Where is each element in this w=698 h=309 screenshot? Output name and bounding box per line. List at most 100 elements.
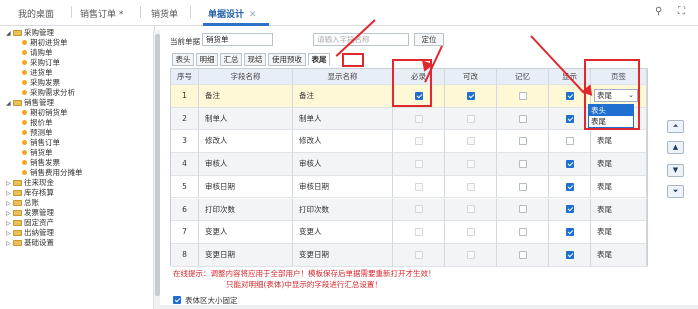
sidebar-scrollbar[interactable] (153, 30, 160, 309)
memory-checkbox[interactable] (518, 205, 527, 214)
fix-size-checkbox[interactable] (173, 296, 181, 304)
tree-item[interactable]: 期初进货单 (22, 38, 68, 48)
tree-item[interactable]: 采购订单 (22, 58, 60, 68)
required-checkbox[interactable] (414, 159, 423, 168)
table-row[interactable]: 8 变更日期 变更日期 表尾 (171, 243, 647, 267)
field-search-input[interactable]: 请输入字段名称 (313, 33, 409, 46)
table-row[interactable]: 5 审核日期 审核日期 表尾 (171, 175, 647, 199)
show-checkbox[interactable] (565, 205, 574, 214)
required-checkbox[interactable] (414, 250, 423, 259)
tab-bill-design[interactable]: 单据设计 ✕ (208, 7, 257, 20)
table-row[interactable]: 2制单人制单人表尾 (171, 107, 647, 131)
tree-item[interactable]: 销售费用分摊单 (22, 168, 83, 178)
show-checkbox[interactable] (565, 182, 574, 191)
table-row[interactable]: 4 审核人 审核人 表尾 (171, 153, 647, 176)
tab-prepaid[interactable]: 使用预收 (268, 53, 306, 66)
show-checkbox[interactable] (565, 91, 574, 100)
table-row[interactable]: 7 变更人 变更人 表尾 (171, 221, 647, 244)
leaf-icon (22, 80, 27, 85)
memory-checkbox[interactable] (518, 91, 527, 100)
required-checkbox[interactable] (414, 114, 423, 123)
search-icon[interactable]: ⚲ (655, 6, 662, 17)
required-checkbox[interactable] (414, 137, 423, 146)
tree-group[interactable]: ▷ 往来现金 (6, 178, 54, 188)
editable-checkbox[interactable] (466, 137, 475, 146)
editable-checkbox[interactable] (466, 228, 475, 237)
move-top-button[interactable]: ⏶ (667, 120, 684, 133)
editable-checkbox[interactable] (466, 250, 475, 259)
tab-sales-order[interactable]: 销售订单 * (80, 7, 123, 20)
tree-item[interactable]: 期初销货单 (22, 108, 68, 118)
editable-checkbox[interactable] (466, 205, 475, 214)
memory-checkbox[interactable] (518, 182, 527, 191)
scrollbar-thumb[interactable] (155, 34, 160, 296)
table-row[interactable]: 6 打印次数 打印次数 表尾 (171, 198, 647, 222)
cell-editable (445, 130, 497, 154)
tab-detail[interactable]: 明细 (196, 53, 218, 66)
tree-group[interactable]: ▷ 基础设置 (6, 238, 54, 248)
horizontal-scrollbar[interactable] (160, 305, 698, 309)
tab-summary[interactable]: 汇总 (220, 53, 242, 66)
tree-item[interactable]: 请购单 (22, 48, 53, 58)
show-checkbox[interactable] (565, 250, 574, 259)
tab-cash[interactable]: 现结 (244, 53, 266, 66)
current-bill-field[interactable]: 销货单 (202, 33, 273, 46)
show-checkbox[interactable] (565, 137, 574, 146)
cell-no: 2 (171, 107, 199, 131)
move-bottom-button[interactable]: ⏷ (667, 185, 684, 198)
tree-item[interactable]: 采购需求分析 (22, 88, 75, 98)
tree-item[interactable]: 预测单 (22, 128, 53, 138)
expand-icon[interactable]: ◢ (6, 99, 13, 109)
tree-item[interactable]: 销售订单 (22, 138, 60, 148)
tree-item[interactable]: 进货单 (22, 68, 53, 78)
fullscreen-icon[interactable]: ⛶ (678, 6, 685, 17)
tree-item[interactable]: 销货单 (22, 148, 53, 158)
tab-footer[interactable]: 表尾 (308, 53, 330, 66)
tree-item[interactable]: 销售发票 (22, 158, 60, 168)
required-checkbox[interactable] (414, 205, 423, 214)
editable-checkbox[interactable] (466, 182, 475, 191)
tree-item[interactable]: 采购发票 (22, 78, 60, 88)
expand-icon[interactable]: ◢ (6, 29, 13, 39)
memory-checkbox[interactable] (518, 114, 527, 123)
editable-checkbox[interactable] (466, 159, 475, 168)
cell-field: 变更人 (199, 221, 293, 244)
close-icon[interactable]: ✕ (249, 10, 257, 20)
locate-button[interactable]: 定位 (414, 33, 444, 46)
tab-sales-bill[interactable]: 销货单 (151, 7, 178, 20)
tree-group[interactable]: ▷ 总账 (6, 198, 39, 208)
leaf-icon (22, 160, 27, 165)
tab-header[interactable]: 表头 (172, 53, 194, 66)
show-checkbox[interactable] (565, 228, 574, 237)
tab-my-desktop[interactable]: 我的桌面 (18, 7, 54, 20)
cell-required (393, 130, 445, 154)
memory-checkbox[interactable] (518, 137, 527, 146)
tree-item[interactable]: 报价单 (22, 118, 53, 128)
move-down-button[interactable]: ▼ (667, 164, 684, 177)
tree-group[interactable]: ▷ 发票管理 (6, 208, 54, 218)
online-hint-line2: 只能对明细(表体)中显示的字段进行汇总设置！ (226, 280, 382, 289)
cell-editable (445, 243, 497, 267)
cell-memory (497, 107, 549, 131)
show-checkbox[interactable] (565, 114, 574, 123)
table-row[interactable]: 3 修改人 修改人 表尾 (171, 130, 647, 154)
tree-group[interactable]: ▷ 库存核算 (6, 188, 54, 198)
editable-checkbox[interactable] (466, 114, 475, 123)
editable-checkbox[interactable] (466, 91, 475, 100)
required-checkbox[interactable] (414, 182, 423, 191)
collapse-icon[interactable]: ▷ (6, 239, 13, 249)
show-checkbox[interactable] (565, 159, 574, 168)
tree-group-sales[interactable]: ◢ 销售管理 (6, 98, 54, 108)
required-checkbox[interactable] (414, 228, 423, 237)
tree-item-label: 报价单 (30, 118, 53, 127)
memory-checkbox[interactable] (518, 250, 527, 259)
memory-checkbox[interactable] (518, 228, 527, 237)
tree-group[interactable]: ▷ 出纳管理 (6, 228, 54, 238)
tree-group-purchase[interactable]: ◢ 采购管理 (6, 28, 54, 38)
tree-group-label: 往来现金 (24, 178, 54, 187)
move-up-button[interactable]: ▲ (667, 141, 684, 154)
leaf-icon (22, 70, 27, 75)
cell-memory (497, 198, 549, 222)
memory-checkbox[interactable] (518, 159, 527, 168)
tree-group[interactable]: ▷ 固定资产 (6, 218, 54, 228)
